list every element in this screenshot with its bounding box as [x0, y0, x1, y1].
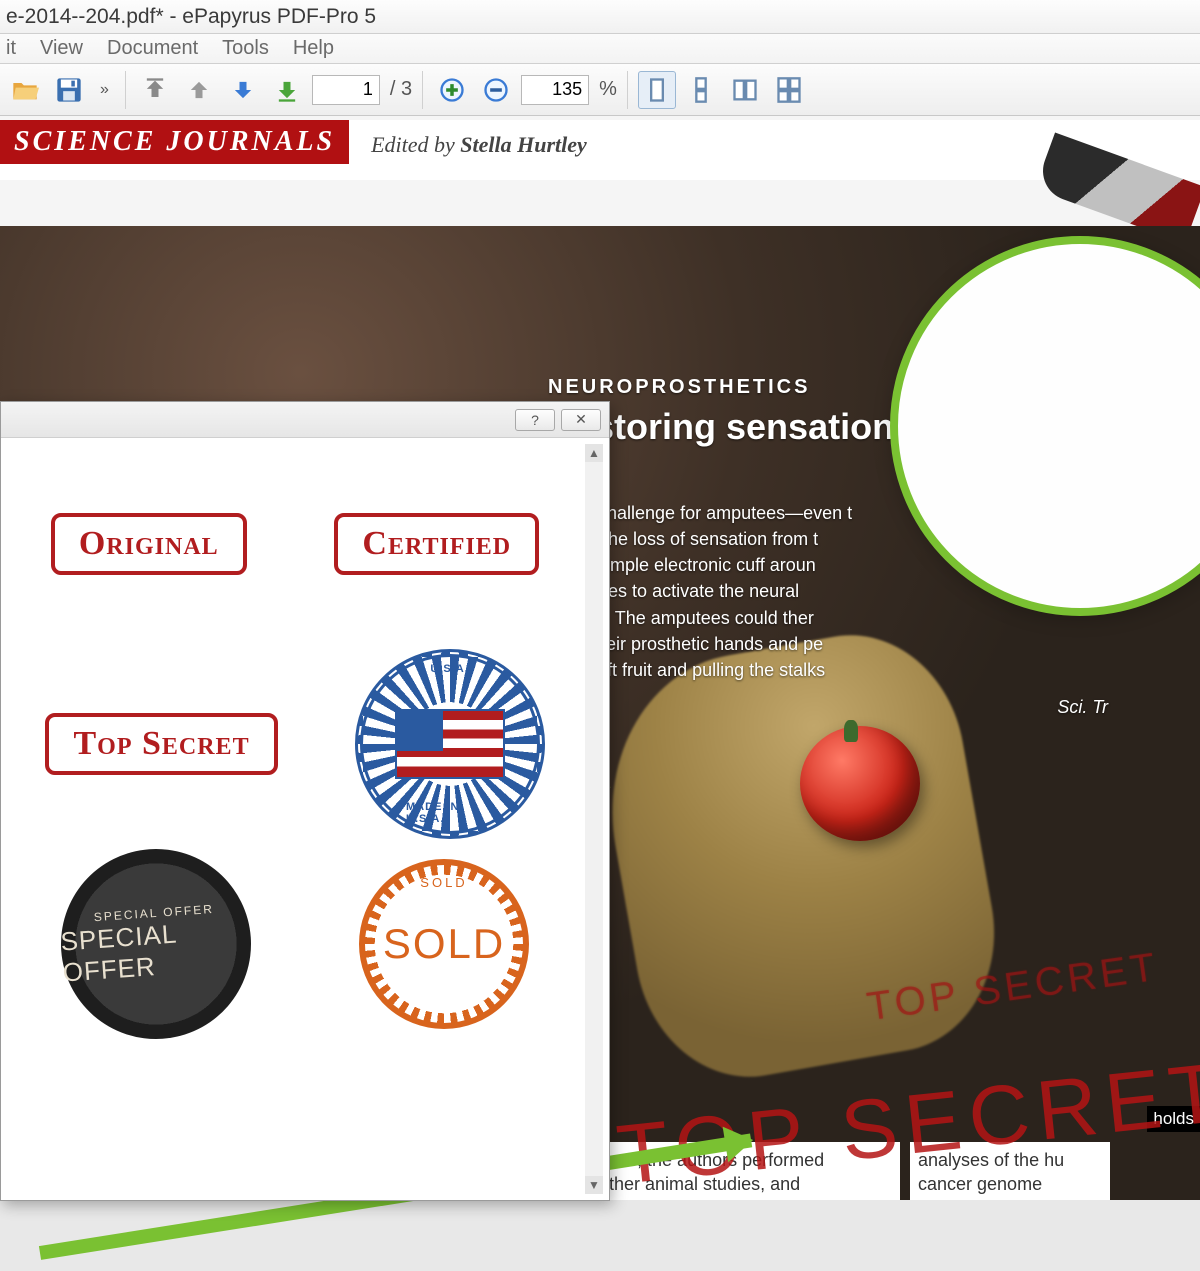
toolbar: » / 3 % [0, 64, 1200, 116]
scroll-up-button[interactable]: ▲ [585, 444, 603, 462]
menu-view[interactable]: View [40, 37, 83, 60]
save-button[interactable] [50, 71, 88, 109]
question-icon: ? [531, 412, 539, 428]
sold-text: SOLD [383, 920, 505, 968]
last-page-button[interactable] [268, 71, 306, 109]
edited-by: Edited by Stella Hurtley [371, 132, 587, 158]
single-page-view-button[interactable] [638, 71, 676, 109]
folder-open-icon [11, 76, 39, 104]
stamp-top-secret[interactable]: Top Secret [45, 713, 277, 775]
menu-help[interactable]: Help [293, 37, 334, 60]
offer-big-text: SPECIAL OFFER [60, 913, 254, 988]
separator [125, 71, 126, 109]
single-page-icon [643, 76, 671, 104]
window-title: e-2014--204.pdf* - ePapyrus PDF-Pro 5 [6, 5, 376, 29]
usa-seal-bottom-text: MADE IN U.S.A. [406, 801, 493, 825]
open-button[interactable] [6, 71, 44, 109]
arrow-first-icon [141, 76, 169, 104]
menu-tools[interactable]: Tools [222, 37, 269, 60]
continuous-facing-icon [775, 76, 803, 104]
edited-by-prefix: Edited by [371, 132, 460, 157]
first-page-button[interactable] [136, 71, 174, 109]
window-title-bar: e-2014--204.pdf* - ePapyrus PDF-Pro 5 [0, 0, 1200, 34]
next-page-button[interactable] [224, 71, 262, 109]
document-viewport[interactable]: SCIENCE JOURNALS Edited by Stella Hurtle… [0, 116, 1200, 1200]
dialog-body: Original Certified Top Secret U.S.A. MAD… [7, 444, 583, 1194]
stamp-special-offer[interactable]: SPECIAL OFFER SPECIAL OFFER [55, 843, 258, 1046]
menu-document[interactable]: Document [107, 37, 198, 60]
zoom-unit-label: % [599, 78, 617, 101]
usa-seal-top-text: U.S.A. [430, 663, 468, 675]
zoom-in-icon [438, 76, 466, 104]
zoom-input[interactable] [521, 75, 589, 105]
prev-page-button[interactable] [180, 71, 218, 109]
stamp-certified[interactable]: Certified [334, 513, 539, 575]
facing-pages-icon [731, 76, 759, 104]
toolbar-overflow[interactable]: » [94, 81, 115, 99]
zoom-in-button[interactable] [433, 71, 471, 109]
page-total-label: / 3 [390, 78, 412, 101]
close-icon: ✕ [575, 411, 587, 428]
scroll-down-button[interactable]: ▼ [585, 1176, 603, 1194]
zoom-out-icon [482, 76, 510, 104]
stamp-overlay-topsecret-large: TOP SECRET [613, 1043, 1200, 1204]
page-number-input[interactable] [312, 75, 380, 105]
dialog-scrollbar[interactable]: ▲ ▼ [585, 444, 603, 1194]
article-credit: Sci. Tr [548, 697, 1148, 718]
continuous-page-icon [687, 76, 715, 104]
arrow-last-icon [273, 76, 301, 104]
usa-flag-icon [395, 709, 505, 779]
arrow-up-icon [185, 76, 213, 104]
dialog-close-button[interactable]: ✕ [561, 409, 601, 431]
tomato-illustration [800, 726, 920, 841]
continuous-facing-view-button[interactable] [770, 71, 808, 109]
zoom-out-button[interactable] [477, 71, 515, 109]
dialog-help-button[interactable]: ? [515, 409, 555, 431]
facing-view-button[interactable] [726, 71, 764, 109]
stamp-original[interactable]: Original [51, 513, 247, 575]
dialog-title-bar[interactable]: ? ✕ [1, 402, 609, 438]
stamp-made-in-usa[interactable]: U.S.A. MADE IN U.S.A. [355, 649, 545, 839]
floppy-save-icon [55, 76, 83, 104]
editor-name: Stella Hurtley [460, 132, 587, 157]
menu-bar: it View Document Tools Help [0, 34, 1200, 64]
stamp-picker-dialog: ? ✕ ▲ ▼ Original Certified Top Secret U.… [0, 401, 610, 1201]
arrow-down-icon [229, 76, 257, 104]
menu-edit[interactable]: it [6, 37, 16, 60]
stamp-sold[interactable]: SOLD [359, 859, 529, 1029]
journal-badge: SCIENCE JOURNALS [0, 120, 349, 164]
separator [422, 71, 423, 109]
journal-banner: SCIENCE JOURNALS Edited by Stella Hurtle… [0, 120, 1200, 180]
separator [627, 71, 628, 109]
continuous-view-button[interactable] [682, 71, 720, 109]
